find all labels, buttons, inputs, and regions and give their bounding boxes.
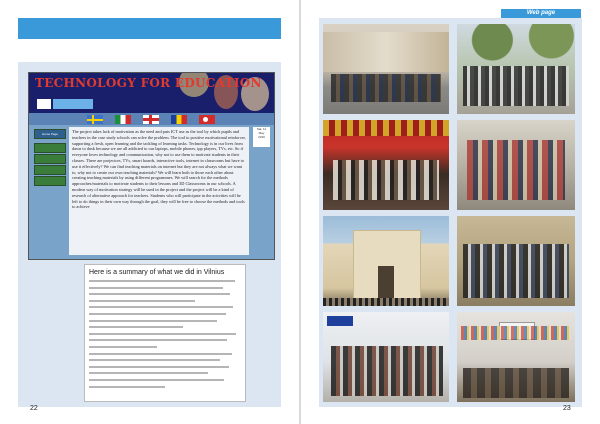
- site-title: TECHNOLOGY FOR EDUCATION: [35, 76, 262, 90]
- summary-text-lines: [89, 280, 241, 392]
- stage-photo: [323, 120, 449, 210]
- cathedral-photo: [323, 216, 449, 306]
- page-number: 23: [563, 405, 571, 412]
- menu-item[interactable]: [34, 143, 66, 153]
- students-photo: [457, 120, 575, 210]
- conference-photo: [323, 312, 449, 402]
- turkey-flag-icon: [199, 115, 215, 124]
- left-page: TECHNOLOGY FOR EDUCATION Home Page The p…: [0, 0, 299, 424]
- summary-document: Here is a summary of what we did in Viln…: [84, 264, 246, 402]
- romania-flag-icon: [171, 115, 187, 124]
- sweden-flag-icon: [87, 115, 103, 124]
- flags-row: [29, 113, 274, 125]
- presentation-room-photo: [457, 312, 575, 402]
- menu-item-label: Home Page: [42, 132, 58, 136]
- site-header: TECHNOLOGY FOR EDUCATION: [29, 73, 274, 113]
- menu-item[interactable]: [34, 176, 66, 186]
- menu-item[interactable]: [34, 154, 66, 164]
- title-bar: [18, 18, 281, 39]
- banner-icon: [53, 99, 93, 109]
- date-line: 2019: [258, 135, 265, 139]
- summary-title: Here is a summary of what we did in Viln…: [89, 269, 225, 276]
- site-menu: Home Page: [34, 129, 66, 189]
- group-photo-courtyard: [457, 216, 575, 306]
- logo-icon: [37, 99, 51, 109]
- menu-item[interactable]: [34, 165, 66, 175]
- site-body-text: The project takes lack of motivation as …: [69, 127, 249, 255]
- menu-item-home[interactable]: Home Page: [34, 129, 66, 139]
- uk-flag-icon: [143, 115, 159, 124]
- italy-flag-icon: [115, 115, 131, 124]
- page-number: 22: [30, 405, 38, 412]
- date-box: Sat, 11 May 2019: [253, 127, 270, 147]
- web-page-tag: Web page: [501, 9, 581, 18]
- group-photo-street: [323, 24, 449, 114]
- group-photo-trees: [457, 24, 575, 114]
- right-page: Web page 23: [301, 0, 600, 424]
- website-screenshot: TECHNOLOGY FOR EDUCATION Home Page The p…: [28, 72, 275, 260]
